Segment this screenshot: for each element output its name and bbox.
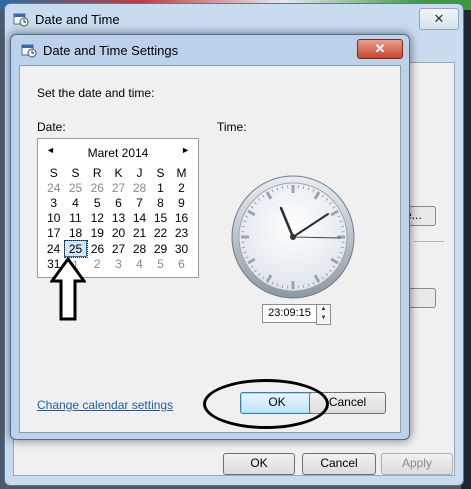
calendar-day[interactable]: 26 bbox=[87, 241, 109, 257]
clock-tick bbox=[281, 284, 284, 288]
clock-tick bbox=[242, 246, 246, 249]
time-label: Time: bbox=[217, 120, 247, 134]
calendar-day[interactable]: 17 bbox=[43, 225, 65, 241]
weekday-label: S bbox=[49, 165, 58, 180]
spin-up-icon[interactable]: ▲ bbox=[317, 305, 330, 314]
separator bbox=[414, 241, 444, 242]
calendar-day[interactable]: 19 bbox=[87, 225, 109, 241]
calendar-day[interactable]: 29 bbox=[150, 241, 171, 257]
dialog-title: Date and Time Settings bbox=[43, 43, 179, 58]
up-arrow-annotation-icon bbox=[49, 256, 87, 323]
calendar-day[interactable]: 16 bbox=[171, 210, 192, 225]
clock-tick bbox=[302, 284, 305, 288]
clock-tick bbox=[281, 186, 284, 190]
calendar-day[interactable]: 11 bbox=[65, 210, 87, 225]
weekday-header-row: S S R K J S M bbox=[43, 165, 192, 180]
dialog-title-bar: Date and Time Settings bbox=[21, 41, 178, 61]
calendar-day[interactable]: 2 bbox=[87, 257, 109, 273]
calendar-week-row: 10 11 12 13 14 15 16 bbox=[43, 210, 192, 225]
parent-close-button[interactable]: ✕ bbox=[419, 8, 459, 30]
calendar-header: ◄ Maret 2014 ► bbox=[38, 145, 198, 161]
analog-clock bbox=[230, 174, 356, 300]
calendar-day[interactable]: 7 bbox=[129, 195, 150, 210]
calendar-day[interactable]: 4 bbox=[129, 257, 150, 273]
calendar-day[interactable]: 30 bbox=[171, 241, 192, 257]
calendar-day[interactable]: 13 bbox=[108, 210, 129, 225]
calendar-day[interactable]: 20 bbox=[108, 225, 129, 241]
calendar-week-row: 24 25 26 27 28 1 2 bbox=[43, 180, 192, 195]
calendar-day[interactable]: 9 bbox=[171, 195, 192, 210]
calendar-day[interactable]: 10 bbox=[43, 210, 65, 225]
weekday-label: R bbox=[92, 165, 102, 180]
weekday-label: S bbox=[156, 165, 165, 180]
weekday-label: K bbox=[114, 165, 123, 180]
calendar-day[interactable]: 8 bbox=[150, 195, 171, 210]
date-time-settings-dialog: Date and Time Settings ✕ Set the date an… bbox=[10, 34, 410, 440]
calendar-day[interactable]: 3 bbox=[43, 195, 65, 210]
calendar-day[interactable]: 28 bbox=[129, 180, 150, 195]
calendar-day[interactable]: 27 bbox=[108, 241, 129, 257]
ok-highlight-ellipse bbox=[203, 379, 329, 429]
calendar-day[interactable]: 18 bbox=[65, 225, 87, 241]
parent-apply-button: Apply bbox=[381, 453, 453, 475]
calendar-clock-icon bbox=[21, 42, 37, 58]
calendar-next-button[interactable]: ► bbox=[181, 145, 190, 155]
calendar-day[interactable]: 5 bbox=[150, 257, 171, 273]
weekday-label: J bbox=[136, 165, 143, 180]
calendar-day[interactable]: 6 bbox=[171, 257, 192, 273]
change-calendar-settings-link[interactable]: Change calendar settings bbox=[37, 398, 173, 412]
clock-tick bbox=[302, 186, 305, 190]
calendar-day[interactable]: 2 bbox=[171, 180, 192, 195]
parent-title-bar: Date and Time bbox=[13, 10, 120, 30]
calendar-week-row: 17 18 19 20 21 22 23 bbox=[43, 225, 192, 241]
calendar-day[interactable]: 1 bbox=[150, 180, 171, 195]
parent-cancel-button[interactable]: Cancel bbox=[302, 453, 376, 475]
calendar-day[interactable]: 15 bbox=[150, 210, 171, 225]
calendar-day[interactable]: 5 bbox=[87, 195, 109, 210]
date-label: Date: bbox=[37, 120, 66, 134]
calendar-clock-icon bbox=[13, 11, 29, 27]
parent-ok-button[interactable]: OK bbox=[223, 453, 295, 475]
calendar-grid: S S R K J S M 24 25 26 27 28 1 2 3 4 5 6… bbox=[43, 165, 193, 272]
calendar-week-row: 24 25 26 27 28 29 30 bbox=[43, 239, 192, 258]
time-spinner[interactable]: ▲ ▼ bbox=[316, 304, 331, 325]
instruction-text: Set the date and time: bbox=[37, 86, 155, 100]
calendar-day[interactable]: 12 bbox=[87, 210, 109, 225]
dialog-close-button[interactable]: ✕ bbox=[357, 39, 403, 59]
weekday-label: M bbox=[176, 165, 187, 180]
calendar-day[interactable]: 28 bbox=[129, 241, 150, 257]
calendar-day[interactable]: 14 bbox=[129, 210, 150, 225]
calendar-month-title[interactable]: Maret 2014 bbox=[38, 146, 198, 160]
calendar-day[interactable]: 21 bbox=[129, 225, 150, 241]
calendar-week-row: 3 4 5 6 7 8 9 bbox=[43, 195, 192, 210]
calendar-day[interactable]: 24 bbox=[43, 241, 65, 257]
dialog-client-area: Set the date and time: Date: Time: ◄ Mar… bbox=[19, 65, 401, 433]
clock-tick bbox=[340, 246, 344, 249]
calendar-day[interactable]: 6 bbox=[108, 195, 129, 210]
calendar-day[interactable]: 23 bbox=[171, 225, 192, 241]
calendar-day[interactable]: 27 bbox=[108, 180, 129, 195]
parent-title: Date and Time bbox=[35, 12, 120, 27]
calendar-day[interactable]: 24 bbox=[43, 180, 65, 195]
calendar-day[interactable]: 4 bbox=[65, 195, 87, 210]
time-input[interactable]: 23:09:15 bbox=[262, 304, 317, 323]
calendar-day[interactable]: 3 bbox=[108, 257, 129, 273]
spin-down-icon[interactable]: ▼ bbox=[317, 314, 330, 323]
calendar-day[interactable]: 22 bbox=[150, 225, 171, 241]
calendar-day[interactable]: 25 bbox=[65, 180, 87, 195]
weekday-label: S bbox=[71, 165, 80, 180]
clock-tick bbox=[242, 225, 246, 228]
clock-tick bbox=[340, 225, 344, 228]
calendar-day-selected[interactable]: 25 bbox=[63, 239, 88, 258]
calendar-day[interactable]: 26 bbox=[87, 180, 109, 195]
